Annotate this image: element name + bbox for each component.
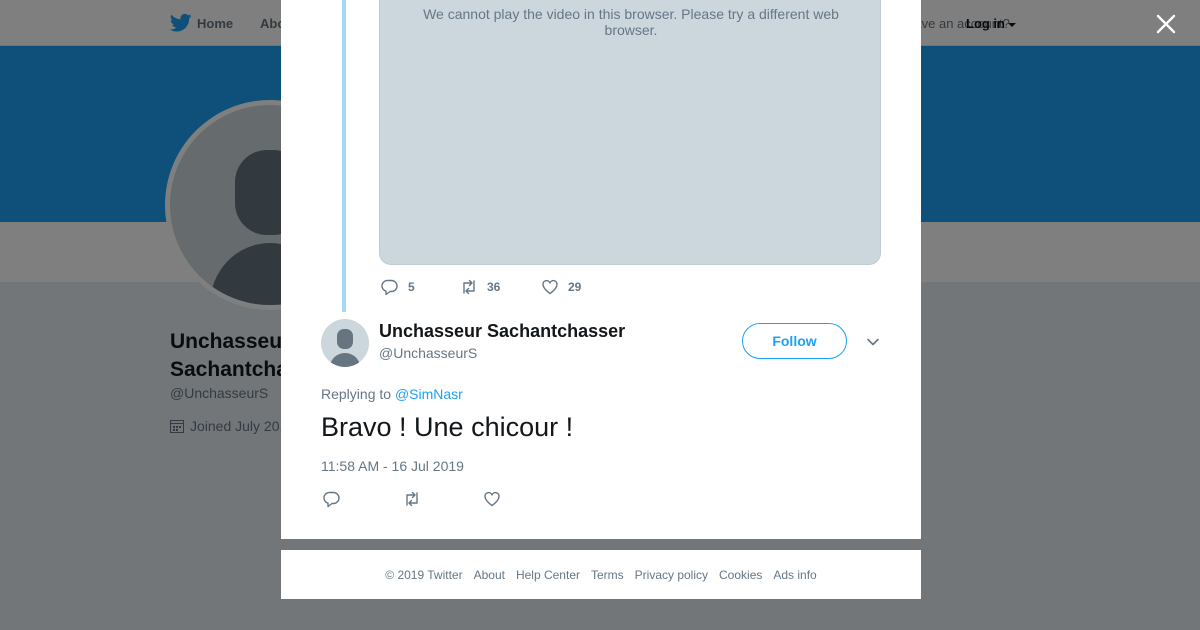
follow-button[interactable]: Follow [742,323,847,359]
heart-icon [484,491,500,507]
tweet-modal: We cannot play the video in this browser… [281,0,921,539]
footer-link-ads-info[interactable]: Ads info [773,568,816,582]
thread-connector-line [342,0,346,312]
reply-count: 5 [408,280,415,294]
tweet-text: Bravo ! Une chicour ! [321,412,574,442]
close-icon[interactable] [1152,10,1180,38]
avatar[interactable] [321,319,369,367]
like-button[interactable]: 29 [541,278,581,296]
reply-button[interactable]: 5 [381,278,415,296]
retweet-button[interactable] [403,490,421,508]
like-button[interactable] [483,490,501,508]
tweet-author-name[interactable]: Unchasseur Sachantchasser [379,321,625,342]
footer-link-terms[interactable]: Terms [591,568,624,582]
footer-copyright: © 2019 Twitter [385,567,463,582]
video-error-message: We cannot play the video in this browser… [423,6,839,38]
video-player[interactable]: We cannot play the video in this browser… [379,0,881,265]
retweet-icon [406,491,418,507]
chevron-down-icon[interactable] [865,334,881,350]
tweet-timestamp[interactable]: 11:58 AM - 16 Jul 2019 [321,458,464,474]
retweet-count: 36 [487,280,501,294]
replying-to-link[interactable]: @SimNasr [395,386,463,402]
reply-button[interactable] [323,490,341,508]
footer-link-cookies[interactable]: Cookies [719,568,762,582]
footer-link-privacy-policy[interactable]: Privacy policy [635,568,708,582]
heart-icon [542,279,558,295]
replying-prefix: Replying to [321,386,392,402]
footer-link-help-center[interactable]: Help Center [516,568,580,582]
reply-icon [381,279,398,296]
replying-to: Replying to @SimNasr [321,386,463,402]
footer-link-about[interactable]: About [474,568,505,582]
retweet-button[interactable]: 36 [460,278,500,296]
like-count: 29 [568,280,582,294]
tweet-author-handle[interactable]: @UnchasseurS [379,345,477,361]
modal-footer: © 2019 Twitter About Help Center Terms P… [281,550,921,599]
retweet-icon [463,279,475,295]
reply-icon [323,491,340,508]
default-avatar-icon [330,329,360,367]
